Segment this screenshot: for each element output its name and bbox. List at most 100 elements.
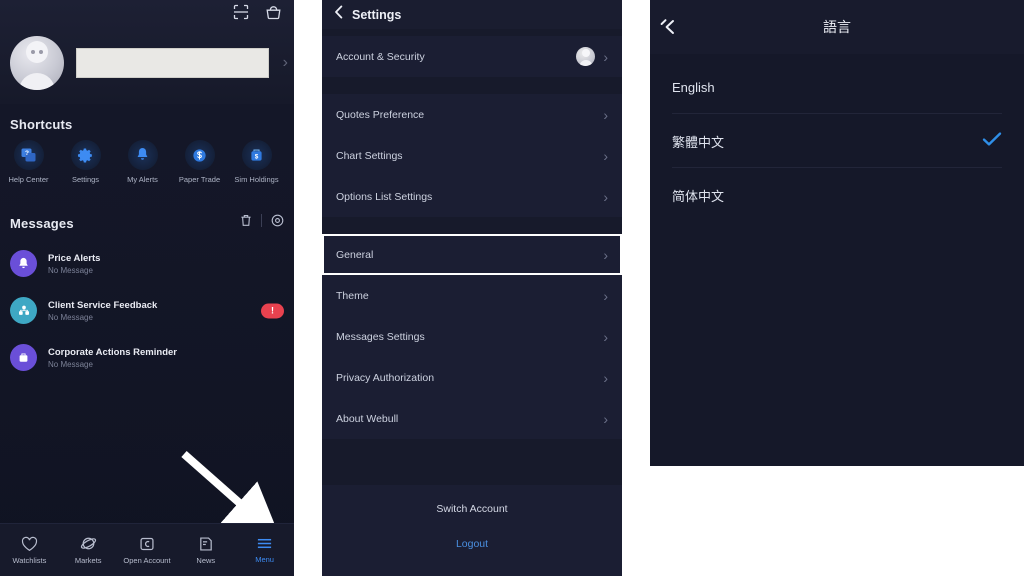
settings-row-account-security[interactable]: Account & Security › <box>322 36 622 77</box>
row-label: Privacy Authorization <box>336 371 435 384</box>
settings-row-privacy-authorization[interactable]: Privacy Authorization › <box>322 357 622 398</box>
profile-row[interactable]: › <box>10 32 288 94</box>
page-title: Settings <box>352 7 402 22</box>
chevron-right-icon: › <box>603 246 608 263</box>
row-label: Quotes Preference <box>336 108 425 121</box>
message-subtitle: No Message <box>48 312 93 322</box>
row-label: General <box>336 248 374 261</box>
news-icon <box>199 536 212 551</box>
avatar <box>576 47 596 66</box>
page-title: 語言 <box>823 19 851 35</box>
chevron-right-icon: › <box>603 147 608 164</box>
list-item[interactable]: Corporate Actions Reminder No Message <box>0 334 294 381</box>
settings-group-account: Account & Security › <box>322 36 622 77</box>
shortcut-my-alerts[interactable]: My Alerts <box>114 140 171 184</box>
chevron-right-icon: › <box>603 188 608 205</box>
chevron-right-icon: › <box>603 369 608 386</box>
trash-icon[interactable] <box>240 214 252 227</box>
shortcut-help-center[interactable]: ? Help Center <box>0 140 57 184</box>
settings-group-general: General › Theme › Messages Settings › Pr… <box>322 234 622 439</box>
settings-row-about-webull[interactable]: About Webull › <box>322 398 622 439</box>
row-label: Theme <box>336 289 369 302</box>
settings-row-messages-settings[interactable]: Messages Settings › <box>322 316 622 357</box>
divider <box>261 214 262 227</box>
shortcut-label: Paper Trade <box>178 175 221 184</box>
tab-label: Open Account <box>123 555 171 565</box>
username-redacted <box>76 48 269 78</box>
message-title: Corporate Actions Reminder <box>48 346 177 358</box>
option-label: 繁體中文 <box>672 134 725 150</box>
menu-screen: › Shortcuts ? Help Center Settings My Al… <box>0 0 294 576</box>
shortcuts-title: Shortcuts <box>10 117 73 132</box>
language-screen: 語言 English 繁體中文 简体中文 <box>650 0 1024 466</box>
tab-label: Markets <box>74 556 102 565</box>
settings-row-general[interactable]: General › <box>322 234 622 275</box>
profile-chevron-icon: › <box>282 54 288 71</box>
option-label: 简体中文 <box>672 188 725 204</box>
tab-label: Menu <box>255 555 274 564</box>
bell-icon <box>127 140 158 170</box>
tab-menu[interactable]: Menu <box>235 536 294 564</box>
shortcut-settings[interactable]: Settings <box>57 140 114 184</box>
tab-watchlists[interactable]: Watchlists <box>0 536 59 565</box>
shortcuts-row: ? Help Center Settings My Alerts Paper T… <box>0 140 294 184</box>
settings-row-theme[interactable]: Theme › <box>322 275 622 316</box>
row-label: Account & Security <box>336 50 425 63</box>
service-icon <box>10 297 37 324</box>
row-label: Options List Settings <box>336 190 433 203</box>
check-icon <box>982 131 1002 152</box>
menu-top-icons <box>233 4 282 20</box>
tab-news[interactable]: News <box>176 536 235 565</box>
chevron-right-icon: › <box>603 328 608 345</box>
row-label: About Webull <box>336 412 399 425</box>
svg-text:?: ? <box>25 150 29 157</box>
heart-icon <box>21 536 37 551</box>
language-header: 語言 <box>650 0 1024 54</box>
tab-label: News <box>196 555 216 565</box>
user-avatar <box>10 36 64 90</box>
tab-open-account[interactable]: Open Account <box>118 536 177 565</box>
language-option-traditional-chinese[interactable]: 繁體中文 <box>650 114 1024 168</box>
shortcut-sim-holdings[interactable]: $ Sim Holdings <box>228 140 285 184</box>
gift-icon[interactable] <box>265 5 282 20</box>
messages-list: Price Alerts No Message Client Service F… <box>0 240 294 381</box>
scan-icon[interactable] <box>233 4 249 20</box>
chevron-right-icon: › <box>603 410 608 427</box>
tab-label: Watchlists <box>12 555 47 565</box>
settings-screen: Settings Account & Security › Quotes Pre… <box>322 0 622 576</box>
logout-button[interactable]: Logout <box>456 538 488 550</box>
screenshot-stage: › Shortcuts ? Help Center Settings My Al… <box>0 0 1024 576</box>
list-item[interactable]: Price Alerts No Message <box>0 240 294 287</box>
shortcut-label: Settings <box>71 175 100 184</box>
settings-row-options-list-settings[interactable]: Options List Settings › <box>322 176 622 217</box>
status-badge: ! <box>261 303 284 318</box>
tab-markets[interactable]: Markets <box>59 535 118 565</box>
language-options-list: English 繁體中文 简体中文 <box>650 54 1024 222</box>
option-label: English <box>672 79 715 95</box>
message-title: Price Alerts <box>48 252 101 264</box>
card-icon <box>140 537 154 550</box>
back-chevron-icon[interactable] <box>334 5 343 24</box>
shortcut-paper-trade[interactable]: Paper Trade <box>171 140 228 184</box>
shortcut-label: Sim Holdings <box>234 175 279 184</box>
messages-header-icons <box>240 214 284 227</box>
settings-footer: Switch Account Logout <box>322 485 622 576</box>
gear-icon <box>70 140 101 170</box>
settings-header: Settings <box>322 0 622 29</box>
back-chevron-icon[interactable] <box>660 17 676 37</box>
chevron-right-icon: › <box>603 48 608 65</box>
language-option-simplified-chinese[interactable]: 简体中文 <box>650 168 1024 222</box>
chevron-right-icon: › <box>603 106 608 123</box>
language-option-english[interactable]: English <box>650 60 1024 114</box>
settings-circle-icon[interactable] <box>271 214 284 227</box>
dollar-bag-icon: $ <box>241 140 272 170</box>
switch-account-button[interactable]: Switch Account <box>436 503 507 515</box>
chevron-right-icon: › <box>603 287 608 304</box>
settings-group-preferences: Quotes Preference › Chart Settings › Opt… <box>322 94 622 217</box>
shortcut-label: My Alerts <box>127 175 158 184</box>
settings-row-chart-settings[interactable]: Chart Settings › <box>322 135 622 176</box>
settings-row-quotes-preference[interactable]: Quotes Preference › <box>322 94 622 135</box>
message-subtitle: No Message <box>48 359 93 369</box>
list-item[interactable]: Client Service Feedback No Message ! <box>0 287 294 334</box>
shortcut-label: Help Center <box>8 175 49 184</box>
